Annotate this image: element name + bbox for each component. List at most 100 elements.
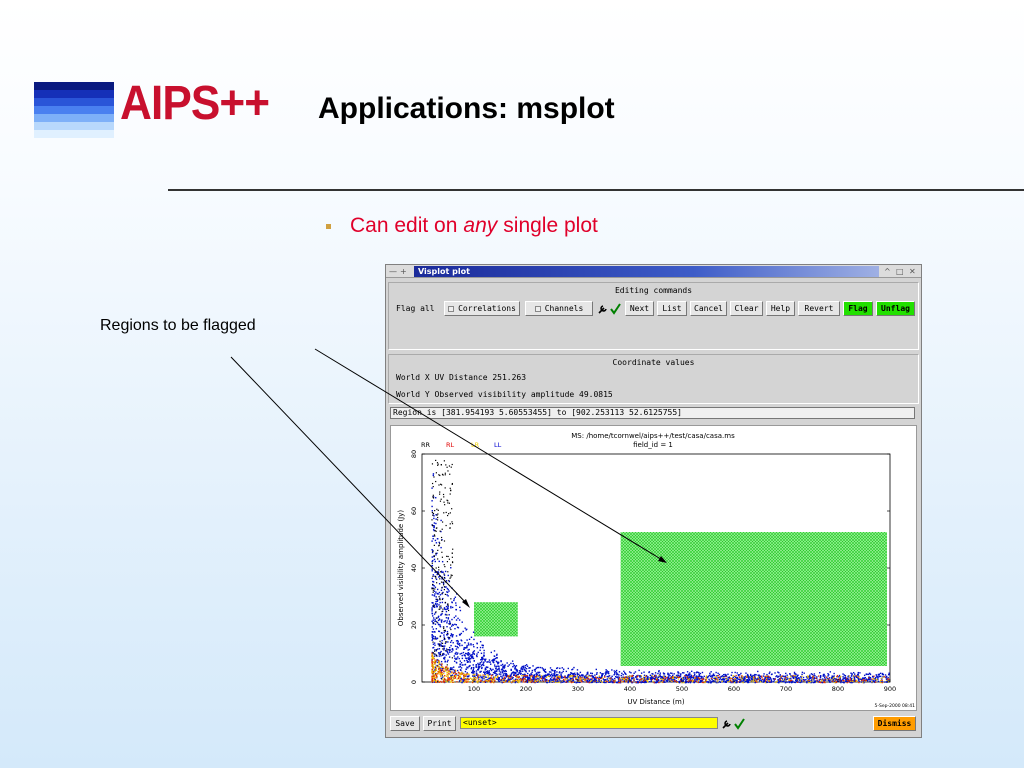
print-button[interactable]: Print xyxy=(423,716,456,731)
next-button[interactable]: Next xyxy=(625,301,654,316)
data-point xyxy=(495,667,497,669)
data-point xyxy=(551,673,553,675)
data-point xyxy=(821,679,823,681)
data-point xyxy=(443,460,445,462)
command-input[interactable]: <unset> xyxy=(460,717,718,729)
data-point xyxy=(439,618,441,621)
data-point xyxy=(579,678,581,680)
data-point xyxy=(535,676,537,678)
data-point xyxy=(873,678,875,680)
logo-wordmark: AIPS++ xyxy=(120,77,270,130)
window-menu-icon[interactable]: — xyxy=(389,267,397,276)
data-point xyxy=(455,675,457,677)
channels-button[interactable]: Channels xyxy=(525,301,593,316)
data-point xyxy=(678,681,680,684)
data-point xyxy=(665,677,667,680)
data-point xyxy=(483,674,486,677)
bullet-text-post: single plot xyxy=(503,214,598,237)
data-point xyxy=(445,680,447,682)
data-point xyxy=(456,678,458,680)
data-point xyxy=(441,551,443,553)
data-point xyxy=(880,675,882,678)
maximize-icon[interactable]: □ xyxy=(896,267,904,276)
data-point xyxy=(663,673,666,675)
data-point xyxy=(618,681,620,684)
data-point xyxy=(431,636,433,638)
revert-button[interactable]: Revert xyxy=(798,301,840,316)
data-point xyxy=(828,678,830,680)
data-point xyxy=(483,655,485,657)
data-point xyxy=(770,678,772,680)
pin-icon[interactable]: + xyxy=(400,267,407,276)
data-point xyxy=(450,633,453,635)
wrench-check-icon-bottom[interactable] xyxy=(721,718,745,730)
data-point xyxy=(452,642,454,644)
data-point xyxy=(744,679,747,681)
data-point xyxy=(608,672,610,675)
data-point xyxy=(666,676,668,679)
data-point xyxy=(674,680,677,682)
data-point xyxy=(435,668,437,670)
data-point xyxy=(469,659,471,661)
data-point xyxy=(435,654,438,657)
visibility-plot[interactable]: MS: /home/tcornwel/aips++/test/casa/casa… xyxy=(391,426,916,710)
data-point xyxy=(433,681,435,683)
data-point xyxy=(470,654,472,656)
data-point xyxy=(432,494,434,496)
minimize-icon[interactable]: ^ xyxy=(884,267,891,276)
data-point xyxy=(436,598,438,600)
correlations-button[interactable]: Correlations xyxy=(444,301,520,316)
wrench-check-icon[interactable] xyxy=(597,303,621,315)
help-button[interactable]: Help xyxy=(766,301,795,316)
data-point xyxy=(701,676,703,678)
data-point xyxy=(671,680,673,683)
cancel-button[interactable]: Cancel xyxy=(690,301,727,316)
data-point xyxy=(493,650,496,652)
data-point xyxy=(438,583,441,585)
data-point xyxy=(747,679,749,681)
list-button[interactable]: List xyxy=(657,301,687,316)
data-point xyxy=(681,681,683,684)
data-point xyxy=(451,601,453,603)
data-point xyxy=(453,616,456,619)
data-point xyxy=(434,529,436,532)
data-point xyxy=(736,672,738,674)
data-point xyxy=(431,577,433,580)
close-icon[interactable]: ✕ xyxy=(909,267,916,276)
data-point xyxy=(602,673,604,675)
data-point xyxy=(703,681,706,683)
plot-canvas[interactable]: MS: /home/tcornwel/aips++/test/casa/casa… xyxy=(390,425,917,711)
title-bar[interactable]: — + Visplot plot ^ □ ✕ xyxy=(386,265,921,278)
flag-button[interactable]: Flag xyxy=(843,301,873,316)
data-point xyxy=(869,678,871,681)
data-point xyxy=(493,672,496,674)
data-point xyxy=(570,671,572,674)
data-point xyxy=(472,644,474,646)
save-button[interactable]: Save xyxy=(390,716,420,731)
data-point xyxy=(444,472,446,474)
data-point xyxy=(571,675,573,678)
flag-region-1[interactable] xyxy=(620,532,887,667)
data-point xyxy=(463,648,465,650)
data-point xyxy=(446,651,449,654)
flag-region-2[interactable] xyxy=(474,602,518,637)
dismiss-button[interactable]: Dismiss xyxy=(873,716,916,731)
data-point xyxy=(443,574,446,576)
data-point xyxy=(695,675,698,677)
data-point xyxy=(431,562,433,564)
data-point xyxy=(437,509,439,511)
unflag-button[interactable]: Unflag xyxy=(876,301,915,316)
data-point xyxy=(435,542,438,544)
data-point xyxy=(444,570,447,573)
data-point xyxy=(787,676,789,678)
data-point xyxy=(616,681,618,684)
clear-button[interactable]: Clear xyxy=(730,301,763,316)
data-point xyxy=(811,673,814,676)
data-point xyxy=(434,571,436,574)
data-point xyxy=(483,676,485,679)
data-point xyxy=(562,676,565,679)
data-point xyxy=(677,681,679,684)
data-point xyxy=(634,671,637,673)
data-point xyxy=(717,677,719,679)
data-point xyxy=(433,675,436,677)
